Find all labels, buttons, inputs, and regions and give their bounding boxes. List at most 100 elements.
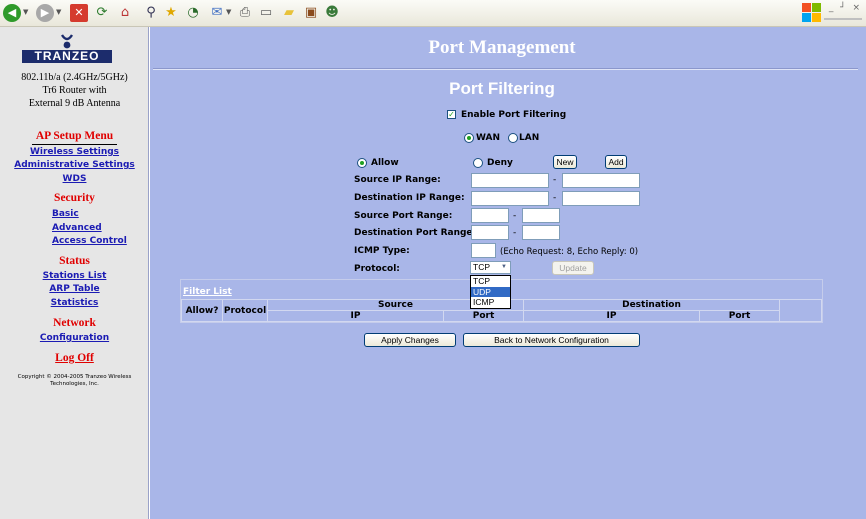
deny-radio[interactable] <box>473 158 483 168</box>
range-dash: - <box>553 193 557 203</box>
protocol-dropdown-list: TCP UDP ICMP <box>470 275 511 309</box>
copyright: Copyright © 2004-2005 Tranzeo Wireless T… <box>0 374 149 388</box>
source-ip-column-header: IP <box>267 310 444 322</box>
destination-ip-column-header: IP <box>523 310 700 322</box>
apply-changes-button[interactable]: Apply Changes <box>364 333 456 347</box>
favorites-icon[interactable]: ★ <box>162 4 180 22</box>
logo-text: TRANZEO <box>22 50 112 63</box>
search-icon[interactable]: ⚲ <box>142 4 160 22</box>
protocol-option-icmp[interactable]: ICMP <box>471 297 510 308</box>
window-controls[interactable]: _ ┘ × <box>829 3 862 13</box>
refresh-icon[interactable]: ⟳ <box>93 4 111 22</box>
new-button[interactable]: New <box>553 155 577 169</box>
destination-port-range-label: Destination Port Range: <box>354 228 477 238</box>
range-dash: - <box>513 228 517 238</box>
sidebar-item-statistics[interactable]: Statistics <box>0 298 149 308</box>
sidebar-item-wds[interactable]: WDS <box>0 174 149 184</box>
windows-logo-icon <box>802 3 822 23</box>
protocol-option-udp[interactable]: UDP <box>471 286 510 297</box>
logo-mark-icon <box>60 34 74 49</box>
filter-list-link[interactable]: Filter List <box>183 287 232 297</box>
destination-port-column-header: Port <box>699 310 780 322</box>
destination-ip-end-input[interactable] <box>562 191 640 206</box>
destination-ip-range-label: Destination IP Range: <box>354 193 465 203</box>
sidebar-item-wireless-settings[interactable]: Wireless Settings <box>0 147 149 157</box>
allow-label: Allow <box>371 158 399 168</box>
edit-icon[interactable]: ▭ <box>257 4 275 22</box>
messenger-icon[interactable]: ☻ <box>323 4 341 22</box>
back-icon[interactable]: ◀ <box>3 4 21 22</box>
sidebar-item-configuration[interactable]: Configuration <box>0 333 149 343</box>
range-dash: - <box>513 211 517 221</box>
protocol-select[interactable]: TCP ▼ <box>470 261 511 274</box>
sidebar-divider <box>32 144 117 145</box>
copyright-line1: Copyright © 2004-2005 Tranzeo Wireless <box>17 374 132 380</box>
source-port-range-label: Source Port Range: <box>354 211 453 221</box>
research-icon[interactable]: ▣ <box>302 4 320 22</box>
source-ip-start-input[interactable] <box>471 173 549 188</box>
range-dash: - <box>553 175 557 185</box>
sidebar-item-access-control[interactable]: Access Control <box>52 236 142 246</box>
protocol-column-header: Protocol <box>222 299 268 322</box>
sidebar-item-advanced[interactable]: Advanced <box>52 223 142 233</box>
protocol-option-tcp[interactable]: TCP <box>471 276 510 287</box>
protocol-selected-value: TCP <box>473 262 490 272</box>
back-dropdown-icon[interactable]: ▼ <box>23 8 28 16</box>
status-title: Status <box>59 255 90 267</box>
lan-radio[interactable] <box>508 133 518 143</box>
section-title: Port Filtering <box>449 79 555 98</box>
mail-icon[interactable]: ✉ <box>208 4 226 22</box>
icmp-hint: (Echo Request: 8, Echo Reply: 0) <box>500 247 639 257</box>
discuss-icon[interactable]: ▰ <box>280 4 298 22</box>
device-desc-line3: External 9 dB Antenna <box>28 98 121 109</box>
tranzeo-logo: TRANZEO <box>22 33 112 63</box>
wan-radio[interactable] <box>464 133 474 143</box>
log-off-link[interactable]: Log Off <box>0 352 149 364</box>
sidebar-item-stations-list[interactable]: Stations List <box>0 271 149 281</box>
sidebar-item-arp-table[interactable]: ARP Table <box>0 284 149 294</box>
source-port-end-input[interactable] <box>522 208 560 223</box>
forward-dropdown-icon[interactable]: ▼ <box>56 8 61 16</box>
icmp-type-label: ICMP Type: <box>354 246 410 256</box>
sidebar: TRANZEO 802.11b/a (2.4GHz/5GHz) Tr6 Rout… <box>0 27 149 519</box>
mail-dropdown-icon[interactable]: ▼ <box>226 8 231 16</box>
history-icon[interactable]: ◔ <box>184 4 202 22</box>
add-button[interactable]: Add <box>605 155 627 169</box>
main-panel: Port Management Port Filtering ✓ Enable … <box>150 27 866 519</box>
lan-label: LAN <box>519 133 540 143</box>
destination-column-header: Destination <box>523 299 780 311</box>
enable-port-filtering-checkbox[interactable]: ✓ <box>447 110 456 119</box>
source-port-start-input[interactable] <box>471 208 509 223</box>
page-title: Port Management <box>428 37 576 58</box>
deny-label: Deny <box>487 158 513 168</box>
icmp-type-input[interactable] <box>471 243 496 258</box>
actions-column-header <box>779 299 822 322</box>
destination-port-start-input[interactable] <box>471 225 509 240</box>
copyright-line2: Technologies, Inc. <box>50 381 99 387</box>
chevron-down-icon[interactable]: ▼ <box>499 263 509 272</box>
browser-toolbar: ◀ ▼ ▶ ▼ ✕ ⟳ ⌂ ⚲ ★ ◔ ✉ ▼ ⎙ ▭ ▰ ▣ ☻ _ ┘ × <box>0 0 866 27</box>
sidebar-item-administrative-settings[interactable]: Administrative Settings <box>0 160 149 170</box>
print-icon[interactable]: ⎙ <box>236 4 254 22</box>
home-icon[interactable]: ⌂ <box>116 4 134 22</box>
source-ip-end-input[interactable] <box>562 173 640 188</box>
enable-port-filtering-label: Enable Port Filtering <box>461 110 567 120</box>
update-button[interactable]: Update <box>552 261 594 275</box>
stop-icon[interactable]: ✕ <box>70 4 88 22</box>
destination-port-end-input[interactable] <box>522 225 560 240</box>
sidebar-item-basic[interactable]: Basic <box>52 209 142 219</box>
forward-icon[interactable]: ▶ <box>36 4 54 22</box>
ap-setup-menu-title: AP Setup Menu <box>35 130 114 142</box>
security-title: Security <box>54 192 95 204</box>
allow-column-header: Allow? <box>181 299 223 322</box>
window-controls-divider <box>824 18 862 20</box>
network-title: Network <box>53 317 96 329</box>
allow-radio[interactable] <box>357 158 367 168</box>
destination-ip-start-input[interactable] <box>471 191 549 206</box>
wan-label: WAN <box>476 133 501 143</box>
back-to-network-configuration-button[interactable]: Back to Network Configuration <box>463 333 640 347</box>
source-port-column-header: Port <box>443 310 524 322</box>
device-desc-line1: 802.11b/a (2.4GHz/5GHz) <box>21 72 128 83</box>
protocol-label: Protocol: <box>354 264 400 274</box>
title-divider <box>153 68 858 70</box>
